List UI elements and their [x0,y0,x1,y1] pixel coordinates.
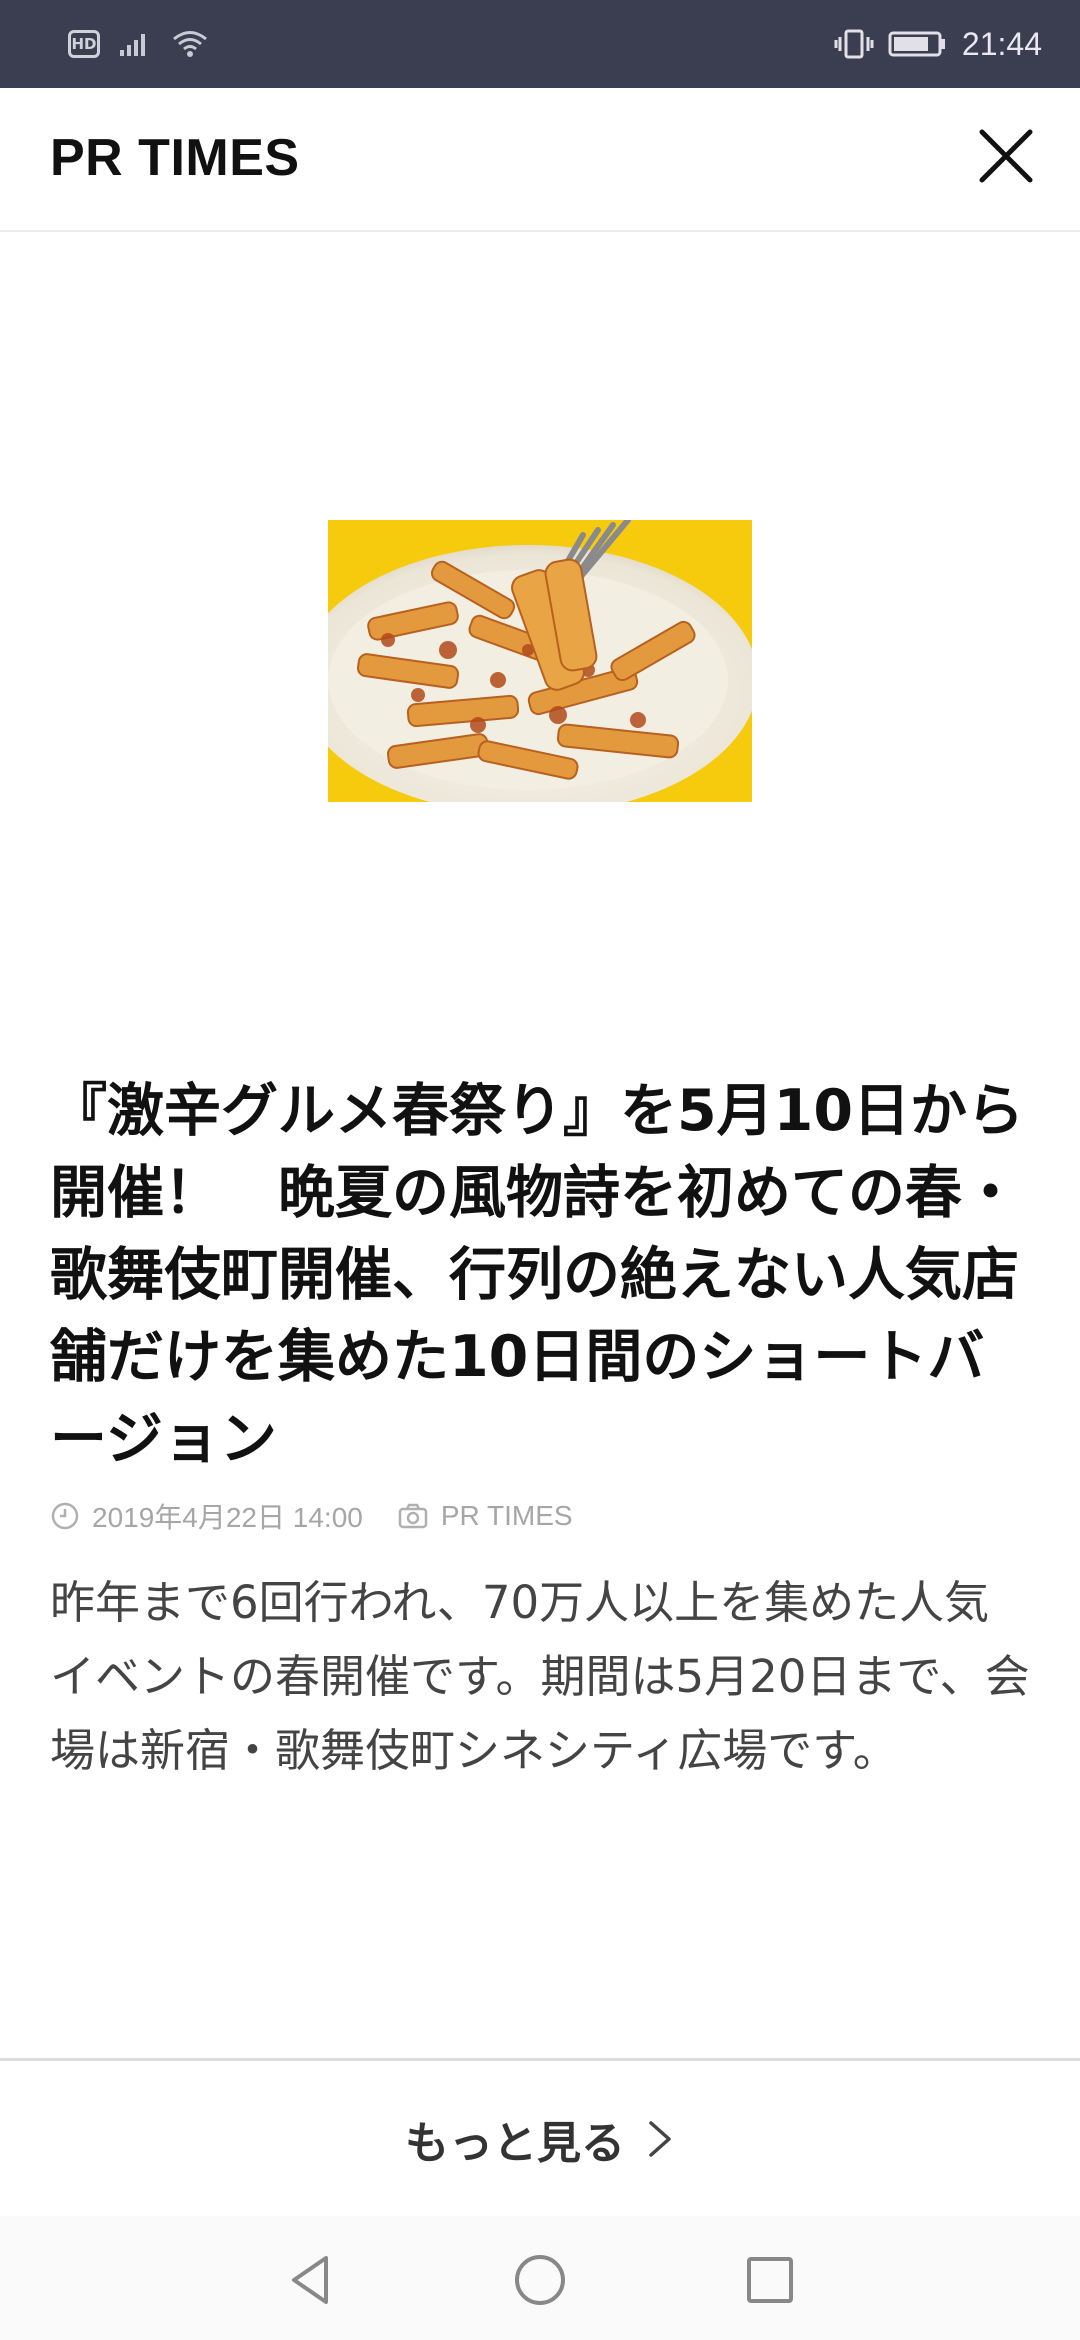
more-bar: もっと見る [0,2058,1080,2216]
article-meta: 2019年4月22日 14:00 PR TIMES [50,1496,607,1536]
battery-icon [888,31,945,57]
status-bar: HD 21:44 [0,0,1080,88]
wifi-icon [173,31,207,57]
article-image [328,520,752,802]
page-title: PR TIMES [50,129,300,187]
app-header: PR TIMES [0,88,1080,232]
status-time: 21:44 [961,25,1042,62]
recents-square-icon [747,2257,793,2303]
clock-icon [51,1502,79,1530]
camera-icon [398,1503,428,1529]
article-date: 2019年4月22日 14:00 [50,1496,363,1536]
nav-home-button[interactable] [510,2250,570,2310]
article-source: PR TIMES [397,1500,573,1532]
more-button[interactable]: もっと見る [0,2061,1080,2216]
nav-recents-button[interactable] [740,2250,800,2310]
home-circle-icon [515,2255,565,2305]
vibrate-icon [834,29,874,59]
chevron-right-icon [649,2120,671,2157]
article-headline[interactable]: 『激辛グルメ春祭り』を5月10日から開催！ 晩夏の風物詩を初めての春・歌舞伎町開… [50,1070,1040,1480]
more-label: もっと見る [405,2117,625,2169]
close-button[interactable] [974,124,1038,188]
article-date-text: 2019年4月22日 14:00 [92,1502,363,1533]
article-source-text: PR TIMES [440,1500,573,1531]
back-triangle-icon [292,2256,328,2304]
system-nav-bar [0,2216,1080,2340]
hd-icon: HD [68,30,100,58]
signal-icon [120,34,145,56]
article-summary: 昨年まで6回行われ、70万人以上を集めた人気イベントの春開催です。期間は5月20… [50,1576,1030,1777]
nav-back-button[interactable] [282,2250,342,2310]
close-icon [979,129,1033,183]
